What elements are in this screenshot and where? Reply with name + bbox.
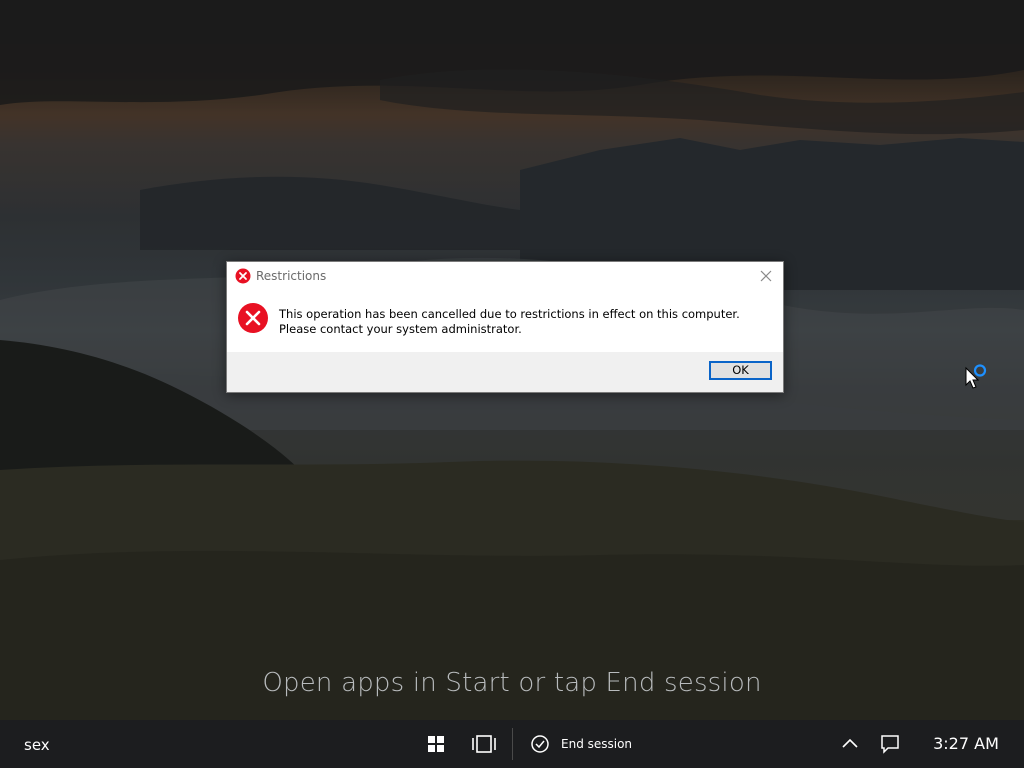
- action-center-button[interactable]: [878, 733, 902, 755]
- end-session-button[interactable]: End session: [530, 732, 640, 756]
- taskbar: sex End session 3:27 AM: [0, 720, 1024, 768]
- end-session-label: End session: [561, 737, 633, 751]
- error-icon: [235, 268, 251, 284]
- task-view-button[interactable]: [470, 733, 498, 755]
- ok-button[interactable]: OK: [709, 361, 772, 380]
- desktop-hint-text: Open apps in Start or tap End session: [262, 668, 762, 698]
- task-view-icon: [472, 735, 496, 753]
- clock[interactable]: 3:27 AM: [926, 734, 1006, 753]
- dialog-message: This operation has been cancelled due to…: [279, 307, 740, 336]
- busy-cursor: [964, 363, 994, 393]
- restrictions-dialog: Restrictions This operation has been can…: [226, 261, 784, 393]
- dialog-title: Restrictions: [256, 269, 327, 283]
- cursor-icon: [965, 364, 987, 389]
- action-center-icon: [881, 735, 899, 754]
- dialog-titlebar[interactable]: Restrictions: [227, 262, 783, 290]
- close-button[interactable]: [757, 267, 775, 285]
- chevron-up-icon: [842, 738, 858, 748]
- error-icon: [237, 302, 269, 334]
- show-hidden-icons-button[interactable]: [838, 734, 862, 754]
- checkmark-circle-icon: [530, 734, 550, 754]
- windows-logo-icon: [428, 736, 444, 752]
- start-button[interactable]: [426, 734, 446, 754]
- user-label: sex: [24, 736, 50, 754]
- dialog-footer: OK: [227, 352, 783, 392]
- close-icon: [760, 270, 772, 282]
- taskbar-separator: [512, 728, 513, 760]
